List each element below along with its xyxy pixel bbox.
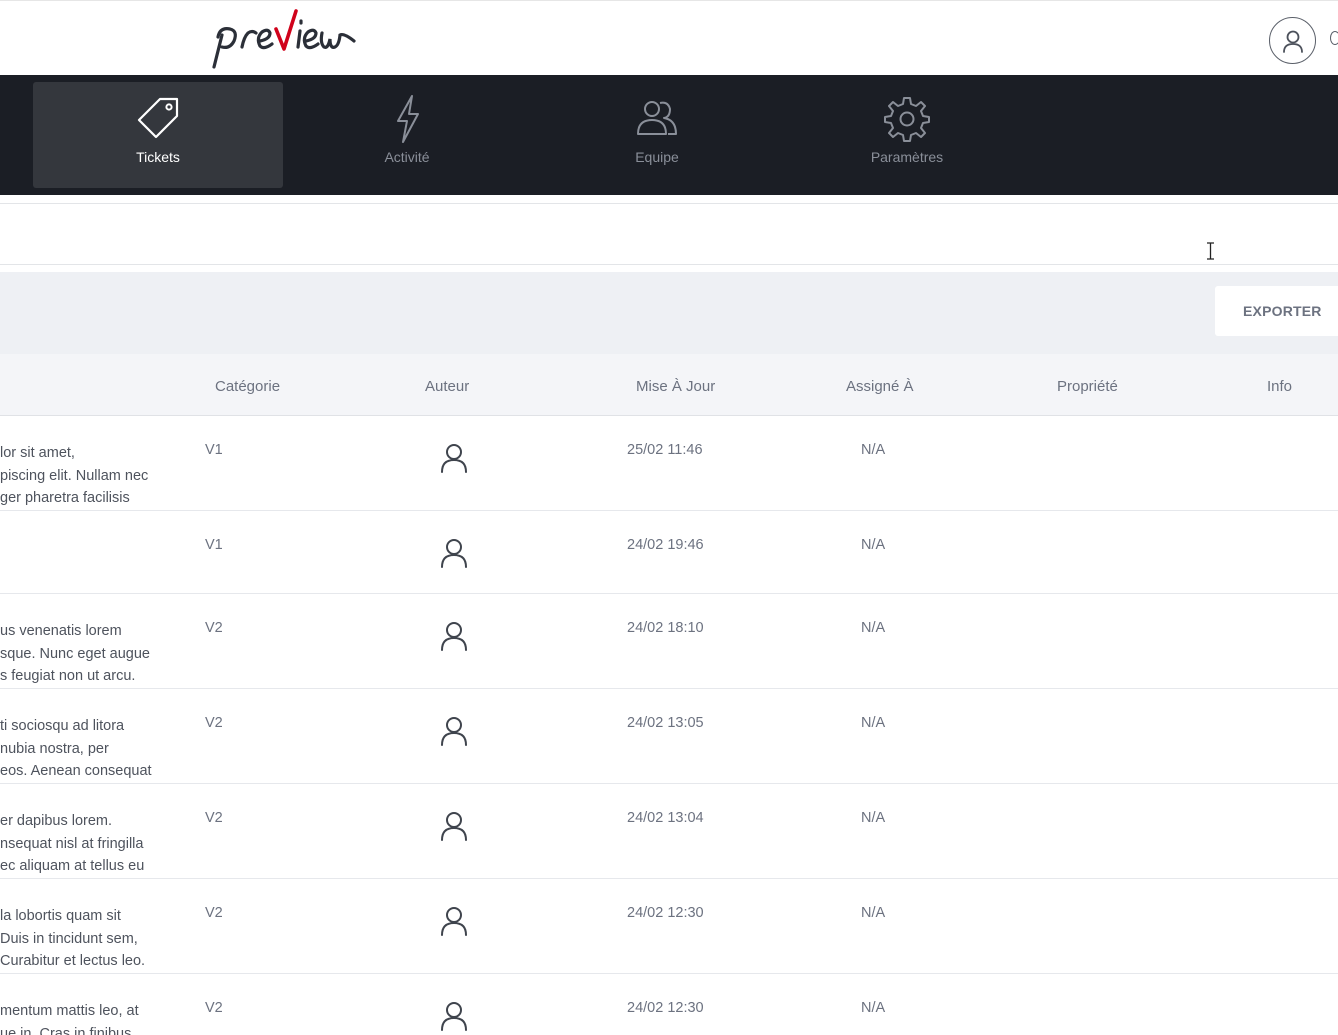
search-area[interactable] <box>0 203 1338 265</box>
table-row[interactable]: la lobortis quam sit Duis in tincidunt se… <box>0 879 1338 974</box>
lightning-icon <box>387 94 427 144</box>
column-header-categorie[interactable]: Catégorie <box>215 378 280 395</box>
category-cell: V2 <box>205 810 223 826</box>
updated-date-cell: 24/02 13:04 <box>627 810 704 826</box>
gear-icon <box>882 94 932 144</box>
nav-tab-equipe[interactable]: Equipe <box>532 82 782 188</box>
description-line: nubia nostra, per <box>0 740 109 757</box>
category-cell: V1 <box>205 537 223 553</box>
assignee-cell: N/A <box>861 620 886 636</box>
author-avatar-icon[interactable] <box>439 1001 469 1031</box>
assignee-cell: N/A <box>861 715 886 731</box>
text-cursor-icon <box>1207 242 1214 260</box>
nav-tab-label: Paramètres <box>870 149 944 165</box>
nav-tab-activite[interactable]: Activité <box>282 82 532 188</box>
team-icon <box>632 94 682 144</box>
category-cell: V1 <box>205 442 223 458</box>
table-row[interactable]: er dapibus lorem. nsequat nisl at fringil… <box>0 784 1338 879</box>
table-row[interactable]: lor sit amet, piscing elit. Nullam nec ger… <box>0 416 1338 511</box>
description-line: s feugiat non ut arcu. <box>0 668 136 684</box>
brand-logo[interactable] <box>208 7 358 71</box>
assignee-cell: N/A <box>861 442 886 458</box>
nav-tab-tickets[interactable]: Tickets <box>33 82 283 188</box>
top-bar <box>0 0 1338 75</box>
assignee-cell: N/A <box>861 537 886 553</box>
updated-date-cell: 24/02 13:05 <box>627 715 704 731</box>
author-avatar-icon[interactable] <box>439 443 469 473</box>
updated-date-cell: 24/02 18:10 <box>627 620 704 636</box>
export-button[interactable]: EXPORTER <box>1215 286 1338 336</box>
column-header-mise-a-jour[interactable]: Mise À Jour <box>636 378 715 395</box>
table-row[interactable]: mentum mattis leo, at ue in. Cras in fini… <box>0 974 1338 1035</box>
description-line: piscing elit. Nullam nec <box>0 467 149 484</box>
column-header-assigne[interactable]: Assigné À <box>846 378 914 395</box>
assignee-cell: N/A <box>861 810 886 826</box>
description-line: sque. Nunc eget augue <box>0 645 150 662</box>
author-avatar-icon[interactable] <box>439 621 469 651</box>
ticket-description: lor sit amet, piscing elit. Nullam nec ger… <box>0 442 185 510</box>
nav-tab-parametres[interactable]: Paramètres <box>782 82 1032 188</box>
category-cell: V2 <box>205 620 223 636</box>
description-line: nsequat nisl at fringilla <box>0 835 144 852</box>
category-cell: V2 <box>205 1000 223 1016</box>
updated-date-cell: 24/02 12:30 <box>627 905 704 921</box>
author-avatar-icon[interactable] <box>439 538 469 568</box>
assignee-cell: N/A <box>861 1000 886 1016</box>
assignee-cell: N/A <box>861 905 886 921</box>
description-line: eos. Aenean consequat <box>0 763 152 779</box>
ticket-description: us venenatis lorem sque. Nunc eget augue s… <box>0 620 185 688</box>
description-line: ue in. Cras in finibus <box>0 1025 132 1035</box>
main-navigation: Tickets Activité Equipe Paramètres <box>0 75 1338 195</box>
description-line: ec aliquam at tellus eu <box>0 858 145 874</box>
description-line: Duis in tincidunt sem, <box>0 930 138 947</box>
description-line: er dapibus lorem. <box>0 813 113 829</box>
description-line: ger pharetra facilisis <box>0 490 130 506</box>
author-avatar-icon[interactable] <box>439 716 469 746</box>
table-row[interactable]: ti sociosqu ad litora nubia nostra, per eo… <box>0 689 1338 784</box>
description-line: ti sociosqu ad litora <box>0 718 125 734</box>
ticket-description: er dapibus lorem. nsequat nisl at fringil… <box>0 810 185 878</box>
category-cell: V2 <box>205 905 223 921</box>
updated-date-cell: 25/02 11:46 <box>627 442 703 458</box>
description-line: us venenatis lorem <box>0 623 122 639</box>
ticket-description: mentum mattis leo, at ue in. Cras in fini… <box>0 1000 185 1035</box>
ticket-description: ti sociosqu ad litora nubia nostra, per eo… <box>0 715 185 783</box>
description-line: Curabitur et lectus leo. <box>0 953 146 969</box>
updated-date-cell: 24/02 12:30 <box>627 1000 704 1016</box>
table-toolbar <box>0 272 1338 354</box>
tag-icon <box>133 94 183 144</box>
description-line: lor sit amet, <box>0 445 75 461</box>
nav-tab-label: Tickets <box>136 149 180 165</box>
user-account-button[interactable] <box>1269 17 1316 64</box>
author-avatar-icon[interactable] <box>439 906 469 936</box>
column-header-propriete[interactable]: Propriété <box>1057 378 1118 395</box>
description-line: la lobortis quam sit <box>0 908 121 924</box>
author-avatar-icon[interactable] <box>439 811 469 841</box>
nav-tab-label: Equipe <box>635 149 679 165</box>
category-cell: V2 <box>205 715 223 731</box>
user-icon <box>1282 30 1303 53</box>
column-header-auteur[interactable]: Auteur <box>425 378 469 395</box>
search-icon[interactable] <box>1330 31 1338 45</box>
table-row[interactable]: V1 24/02 19:46 N/A <box>0 511 1338 594</box>
table-header: Catégorie Auteur Mise À Jour Assigné À P… <box>0 354 1338 416</box>
description-line: mentum mattis leo, at <box>0 1003 139 1019</box>
updated-date-cell: 24/02 19:46 <box>627 537 704 553</box>
table-row[interactable]: us venenatis lorem sque. Nunc eget augue s… <box>0 594 1338 689</box>
nav-tab-label: Activité <box>384 149 430 165</box>
column-header-info[interactable]: Info <box>1267 378 1292 395</box>
logo-mark <box>212 9 356 69</box>
ticket-description: la lobortis quam sit Duis in tincidunt se… <box>0 905 185 973</box>
